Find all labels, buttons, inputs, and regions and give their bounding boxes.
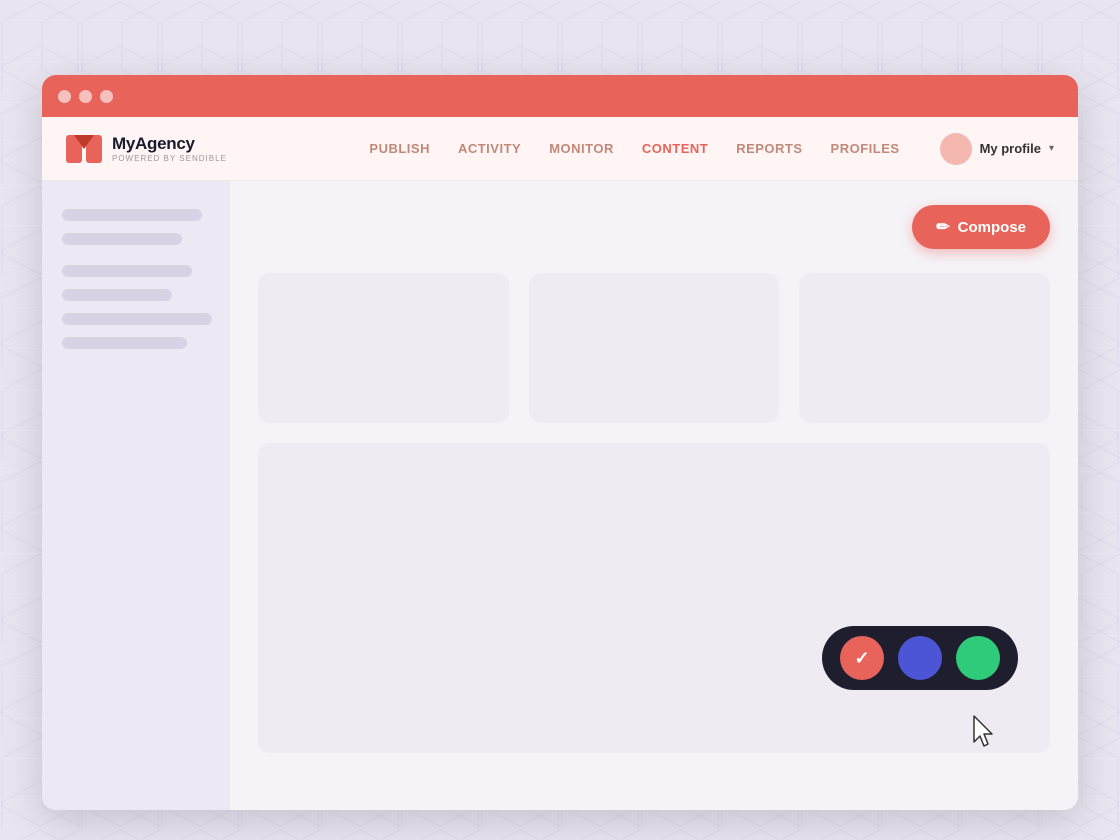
nav-monitor[interactable]: MONITOR — [549, 141, 614, 156]
tooltip-green-button[interactable] — [956, 636, 1000, 680]
compose-label: Compose — [958, 219, 1026, 236]
content-area: ✏ Compose ✓ — [230, 181, 1078, 810]
logo-area: MyAgency POWERED BY SENDIBLE — [66, 134, 227, 163]
chevron-down-icon: ▾ — [1049, 143, 1054, 154]
tooltip-blue-button[interactable] — [898, 636, 942, 680]
content-card-3 — [799, 273, 1050, 423]
browser-window: MyAgency POWERED BY SENDIBLE PUBLISH ACT… — [42, 75, 1078, 810]
content-card-1 — [258, 273, 509, 423]
card-row-top — [258, 273, 1050, 423]
logo-name: MyAgency — [112, 134, 227, 154]
nav-content[interactable]: CONTENT — [642, 141, 708, 156]
sidebar-item[interactable] — [62, 337, 187, 349]
check-icon: ✓ — [854, 648, 869, 669]
sidebar-item[interactable] — [62, 289, 172, 301]
nav-publish[interactable]: PUBLISH — [369, 141, 430, 156]
tooltip-confirm-button[interactable]: ✓ — [840, 636, 884, 680]
profile-name: My profile — [980, 141, 1041, 156]
logo-sub: POWERED BY SENDIBLE — [112, 154, 227, 163]
window-minimize-dot[interactable] — [79, 90, 92, 103]
sidebar-item[interactable] — [62, 209, 202, 221]
nav-profiles[interactable]: PROFILES — [831, 141, 900, 156]
sidebar — [42, 181, 230, 810]
sidebar-item[interactable] — [62, 265, 192, 277]
action-tooltip: ✓ — [822, 626, 1018, 690]
window-close-dot[interactable] — [58, 90, 71, 103]
nav-activity[interactable]: ACTIVITY — [458, 141, 521, 156]
avatar — [940, 133, 972, 165]
compose-button[interactable]: ✏ Compose — [912, 205, 1050, 249]
profile-area[interactable]: My profile ▾ — [940, 133, 1054, 165]
nav-bar: MyAgency POWERED BY SENDIBLE PUBLISH ACT… — [42, 117, 1078, 181]
window-maximize-dot[interactable] — [100, 90, 113, 103]
logo-text: MyAgency POWERED BY SENDIBLE — [112, 134, 227, 163]
content-card-wide — [258, 443, 1050, 753]
nav-reports[interactable]: REPORTS — [736, 141, 802, 156]
content-card-2 — [529, 273, 780, 423]
title-bar — [42, 75, 1078, 117]
sidebar-item[interactable] — [62, 313, 212, 325]
main-layout: ✏ Compose ✓ — [42, 181, 1078, 810]
card-row-bottom — [258, 443, 1050, 753]
nav-links: PUBLISH ACTIVITY MONITOR CONTENT REPORTS… — [369, 141, 899, 156]
compose-icon: ✏ — [936, 217, 949, 237]
logo-icon — [66, 135, 102, 163]
sidebar-item[interactable] — [62, 233, 182, 245]
